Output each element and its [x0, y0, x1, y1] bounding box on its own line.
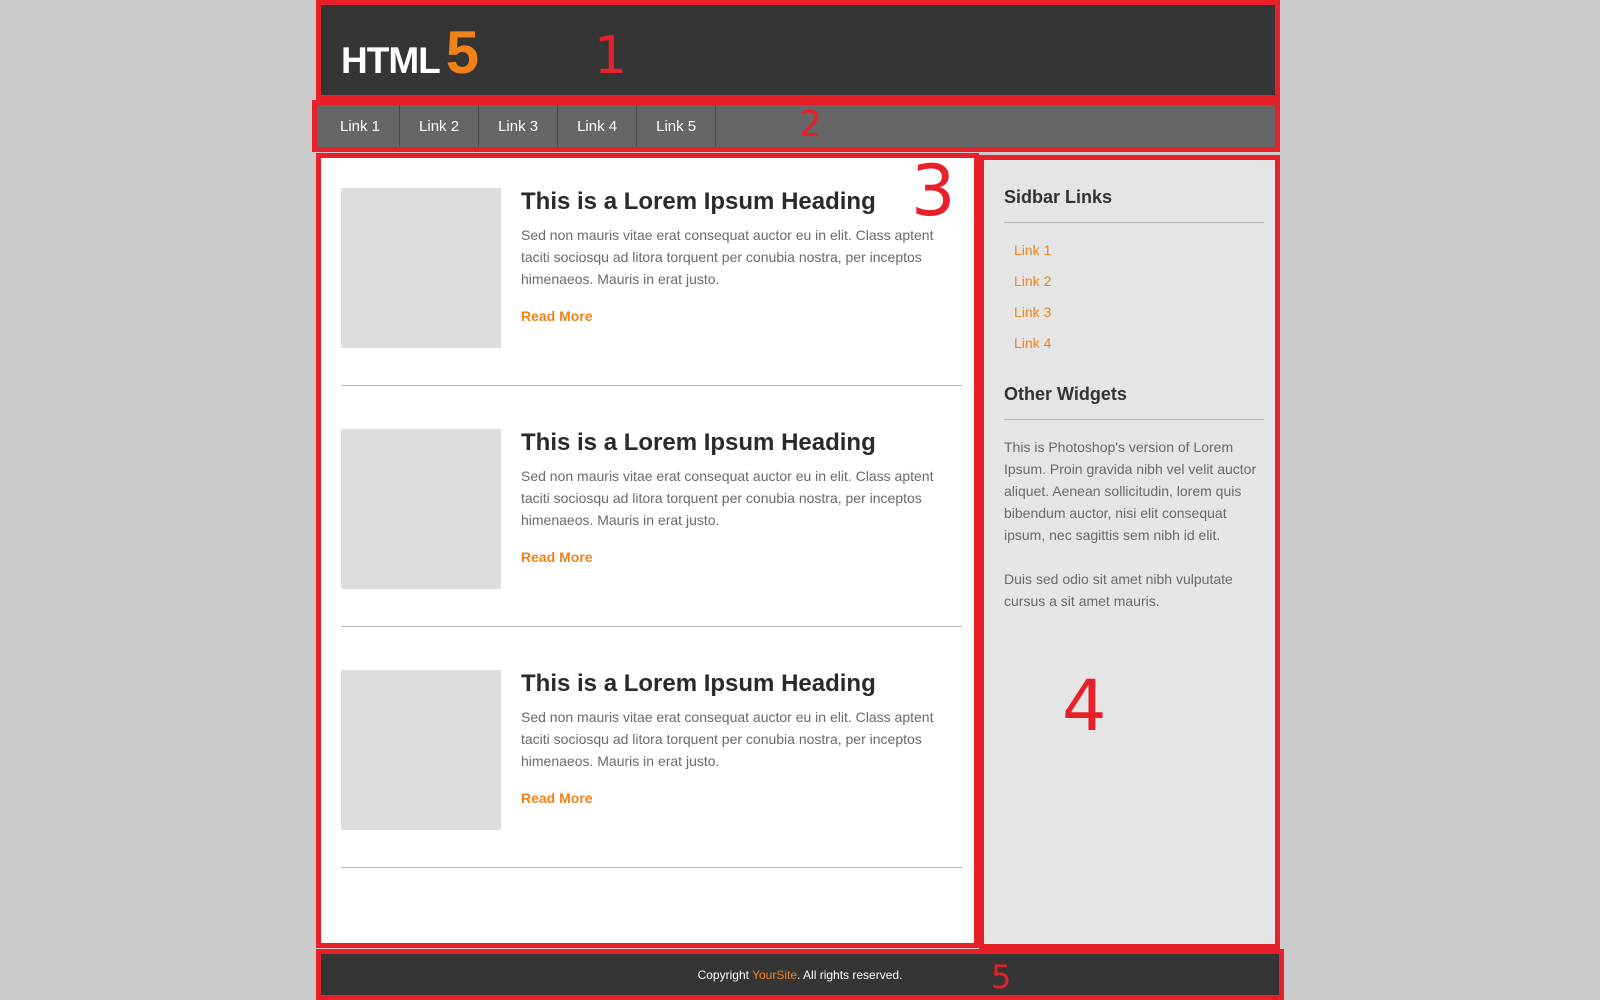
nav-link-3[interactable]: Link 3	[479, 105, 559, 147]
main-navigation: Link 1 Link 2 Link 3 Link 4 Link 5	[312, 100, 1280, 152]
sidebar-divider	[1004, 222, 1264, 223]
nav-link-1[interactable]: Link 1	[321, 105, 401, 147]
sidebar-links-heading: Sidbar Links	[1004, 187, 1113, 207]
widget-text: Duis sed odio sit amet nibh vulputate cu…	[1004, 571, 1233, 609]
article-divider	[341, 867, 962, 868]
article-body: This is a Lorem Ipsum Heading Sed non ma…	[521, 670, 961, 808]
article-divider	[341, 385, 962, 386]
nav-link-5[interactable]: Link 5	[637, 105, 717, 147]
sidebar-link-4[interactable]: Link 4	[1014, 335, 1051, 366]
article-thumbnail	[341, 429, 501, 589]
article-divider	[341, 626, 962, 627]
main-content: This is a Lorem Ipsum Heading Sed non ma…	[316, 153, 979, 948]
read-more-link[interactable]: Read More	[521, 549, 593, 565]
article-body: This is a Lorem Ipsum Heading Sed non ma…	[521, 188, 961, 326]
page-wrapper: HTML 5 Link 1 Link 2 Link 3 Link 4 Link …	[312, 0, 1284, 1000]
sidebar-link-1[interactable]: Link 1	[1014, 242, 1051, 273]
read-more-link[interactable]: Read More	[521, 308, 593, 324]
region-marker-2: 2	[799, 104, 822, 145]
header: HTML 5	[316, 0, 1280, 100]
article-heading: This is a Lorem Ipsum Heading	[521, 670, 876, 697]
sidebar-link-2[interactable]: Link 2	[1014, 273, 1051, 304]
sidebar-divider	[1004, 419, 1264, 420]
logo-text: HTML	[341, 40, 441, 81]
article-thumbnail	[341, 670, 501, 830]
region-marker-5: 5	[991, 958, 1012, 996]
region-marker-3: 3	[911, 150, 956, 232]
region-marker-1: 1	[594, 26, 628, 86]
article-body: This is a Lorem Ipsum Heading Sed non ma…	[521, 429, 961, 567]
article-heading: This is a Lorem Ipsum Heading	[521, 188, 876, 215]
article-text: Sed non mauris vitae erat consequat auct…	[521, 468, 934, 528]
other-widgets-heading: Other Widgets	[1004, 384, 1127, 404]
copyright-suffix: . All rights reserved.	[797, 967, 903, 982]
copyright-prefix: Copyright	[697, 967, 753, 982]
nav-link-2[interactable]: Link 2	[400, 105, 480, 147]
read-more-link[interactable]: Read More	[521, 790, 593, 806]
site-link[interactable]: YourSite	[752, 968, 797, 982]
sidebar-link-3[interactable]: Link 3	[1014, 304, 1051, 335]
nav-link-4[interactable]: Link 4	[558, 105, 638, 147]
region-marker-4: 4	[1062, 665, 1107, 747]
article-text: Sed non mauris vitae erat consequat auct…	[521, 709, 934, 769]
article-heading: This is a Lorem Ipsum Heading	[521, 429, 876, 456]
article-thumbnail	[341, 188, 501, 348]
sidebar-links: Link 1 Link 2 Link 3 Link 4	[1014, 242, 1051, 366]
site-logo[interactable]: HTML 5	[341, 23, 479, 83]
footer: Copyright YourSite. All rights reserved.	[316, 949, 1284, 1000]
logo-number: 5	[445, 19, 480, 86]
copyright-text: Copyright YourSite. All rights reserved.	[698, 968, 903, 982]
sidebar: Sidbar Links Link 1 Link 2 Link 3 Link 4…	[979, 155, 1280, 949]
article-text: Sed non mauris vitae erat consequat auct…	[521, 227, 934, 287]
widget-text: This is Photoshop's version of Lorem Ips…	[1004, 439, 1257, 543]
